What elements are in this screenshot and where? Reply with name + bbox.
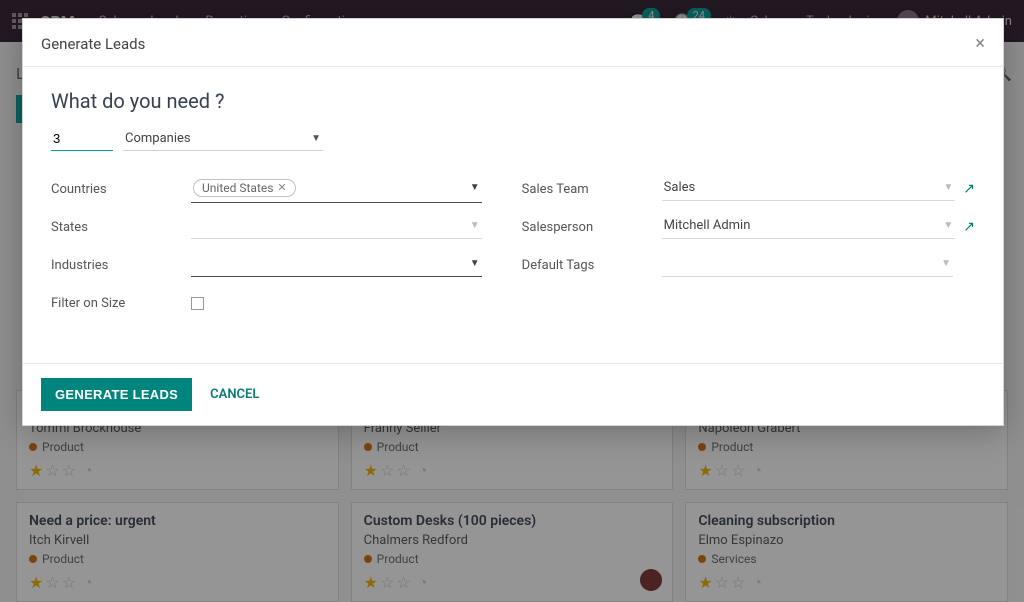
chevron-down-icon: ▼ (470, 220, 480, 231)
external-link-icon[interactable]: ↗ (963, 181, 975, 197)
filter-size-label: Filter on Size (51, 296, 191, 311)
modal-footer: GENERATE LEADS CANCEL (23, 363, 1003, 425)
industries-field[interactable]: ▼ (191, 253, 482, 277)
modal-heading: What do you need ? (51, 89, 975, 113)
remove-chip-icon[interactable]: ✕ (277, 181, 286, 194)
sales-team-value: Sales (664, 180, 696, 195)
chevron-down-icon: ▼ (943, 220, 953, 231)
chevron-down-icon: ▼ (943, 182, 953, 193)
default-tags-label: Default Tags (522, 258, 662, 273)
filter-size-checkbox[interactable] (191, 297, 204, 310)
generate-leads-modal: Generate Leads × What do you need ? Comp… (22, 18, 1004, 426)
salesperson-value: Mitchell Admin (664, 218, 751, 233)
sales-team-label: Sales Team (522, 182, 662, 197)
modal-header: Generate Leads × (23, 19, 1003, 67)
states-label: States (51, 220, 191, 235)
close-icon[interactable]: × (975, 33, 985, 54)
countries-field[interactable]: United States ✕ ▼ (191, 176, 482, 203)
country-chip-label: United States (202, 181, 273, 195)
cancel-button[interactable]: CANCEL (210, 387, 259, 402)
sales-team-field[interactable]: Sales ▼ (662, 177, 956, 201)
chevron-down-icon: ▼ (311, 133, 321, 144)
chevron-down-icon: ▼ (470, 258, 480, 269)
generate-leads-button[interactable]: GENERATE LEADS (41, 378, 192, 411)
salesperson-field[interactable]: Mitchell Admin ▼ (662, 215, 956, 239)
industries-label: Industries (51, 258, 191, 273)
chevron-down-icon: ▼ (470, 182, 480, 193)
states-field[interactable]: ▼ (191, 215, 482, 239)
default-tags-field[interactable]: ▼ (662, 253, 953, 277)
country-chip[interactable]: United States ✕ (193, 179, 296, 197)
lead-type-value: Companies (125, 131, 191, 146)
countries-label: Countries (51, 182, 191, 197)
lead-type-select[interactable]: Companies ▼ (123, 127, 323, 151)
external-link-icon[interactable]: ↗ (963, 219, 975, 235)
chevron-down-icon: ▼ (941, 258, 951, 269)
lead-count-input[interactable] (51, 127, 113, 151)
modal-title: Generate Leads (41, 35, 145, 53)
salesperson-label: Salesperson (522, 220, 662, 235)
